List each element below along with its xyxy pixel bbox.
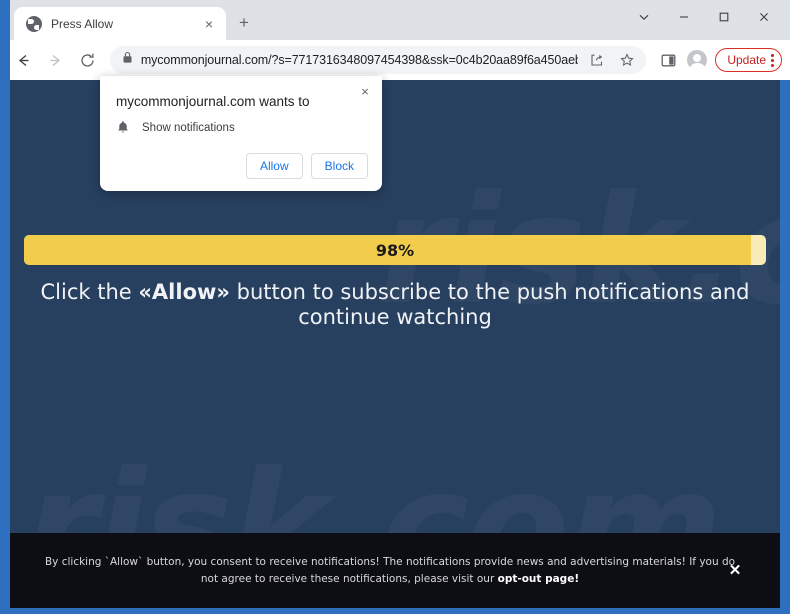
reload-icon[interactable] (74, 46, 101, 74)
minimize-icon[interactable] (664, 0, 704, 34)
page-headline: Click the «Allow» button to subscribe to… (40, 280, 750, 330)
forward-arrow-icon[interactable] (42, 46, 69, 74)
avatar (687, 50, 708, 70)
consent-banner-text: By clicking `Allow` button, you consent … (10, 554, 780, 587)
consent-text: By clicking `Allow` button, you consent … (44, 556, 736, 585)
globe-icon (26, 15, 42, 32)
three-dot-menu-icon[interactable] (771, 53, 775, 67)
lock-icon[interactable] (122, 51, 133, 69)
browser-tab[interactable]: Press Allow × (14, 7, 226, 40)
tab-title: Press Allow (51, 16, 114, 31)
headline-after: button to subscribe to the push notifica… (229, 280, 750, 330)
chevron-down-icon[interactable] (624, 0, 664, 34)
headline-emphasis: «Allow» (138, 280, 230, 304)
dialog-close-icon[interactable]: × (357, 83, 373, 99)
tab-strip: Press Allow × + (0, 0, 790, 40)
dialog-permission-row: Show notifications (116, 120, 235, 135)
maximize-icon[interactable] (704, 0, 744, 34)
bell-icon (116, 120, 130, 135)
back-arrow-icon[interactable] (10, 46, 37, 74)
update-button[interactable]: Update (715, 48, 783, 72)
dialog-actions: Allow Block (245, 153, 368, 179)
window-controls (624, 0, 784, 34)
progress-bar-label: 98% (375, 240, 415, 260)
side-panel-icon[interactable] (655, 47, 681, 73)
headline-before: Click the (40, 280, 139, 304)
update-button-label: Update (727, 53, 767, 67)
avatar-icon[interactable] (684, 47, 710, 73)
notification-permission-dialog: × mycommonjournal.com wants to Show noti… (100, 76, 382, 191)
address-bar[interactable]: mycommonjournal.com/?s=77173163480974543… (109, 46, 647, 74)
dialog-title: mycommonjournal.com wants to (116, 94, 310, 109)
opt-out-link[interactable]: opt-out page! (498, 573, 580, 585)
browser-window: Press Allow × + mycommonjournal.com/?s=7… (0, 0, 790, 614)
browser-toolbar: mycommonjournal.com/?s=77173163480974543… (0, 40, 790, 80)
dialog-subtitle: Show notifications (142, 121, 235, 134)
consent-banner: By clicking `Allow` button, you consent … (10, 533, 780, 608)
consent-banner-close-icon[interactable]: ✕ (726, 562, 744, 580)
close-icon[interactable] (744, 0, 784, 34)
share-icon[interactable] (586, 49, 608, 71)
progress-bar: 98% (24, 235, 766, 265)
tab-close-icon[interactable]: × (200, 15, 218, 33)
allow-button[interactable]: Allow (245, 153, 303, 179)
star-icon[interactable] (616, 49, 638, 71)
address-bar-url: mycommonjournal.com/?s=77173163480974543… (140, 53, 579, 67)
block-button[interactable]: Block (310, 153, 368, 179)
new-tab-button[interactable]: + (232, 10, 256, 34)
